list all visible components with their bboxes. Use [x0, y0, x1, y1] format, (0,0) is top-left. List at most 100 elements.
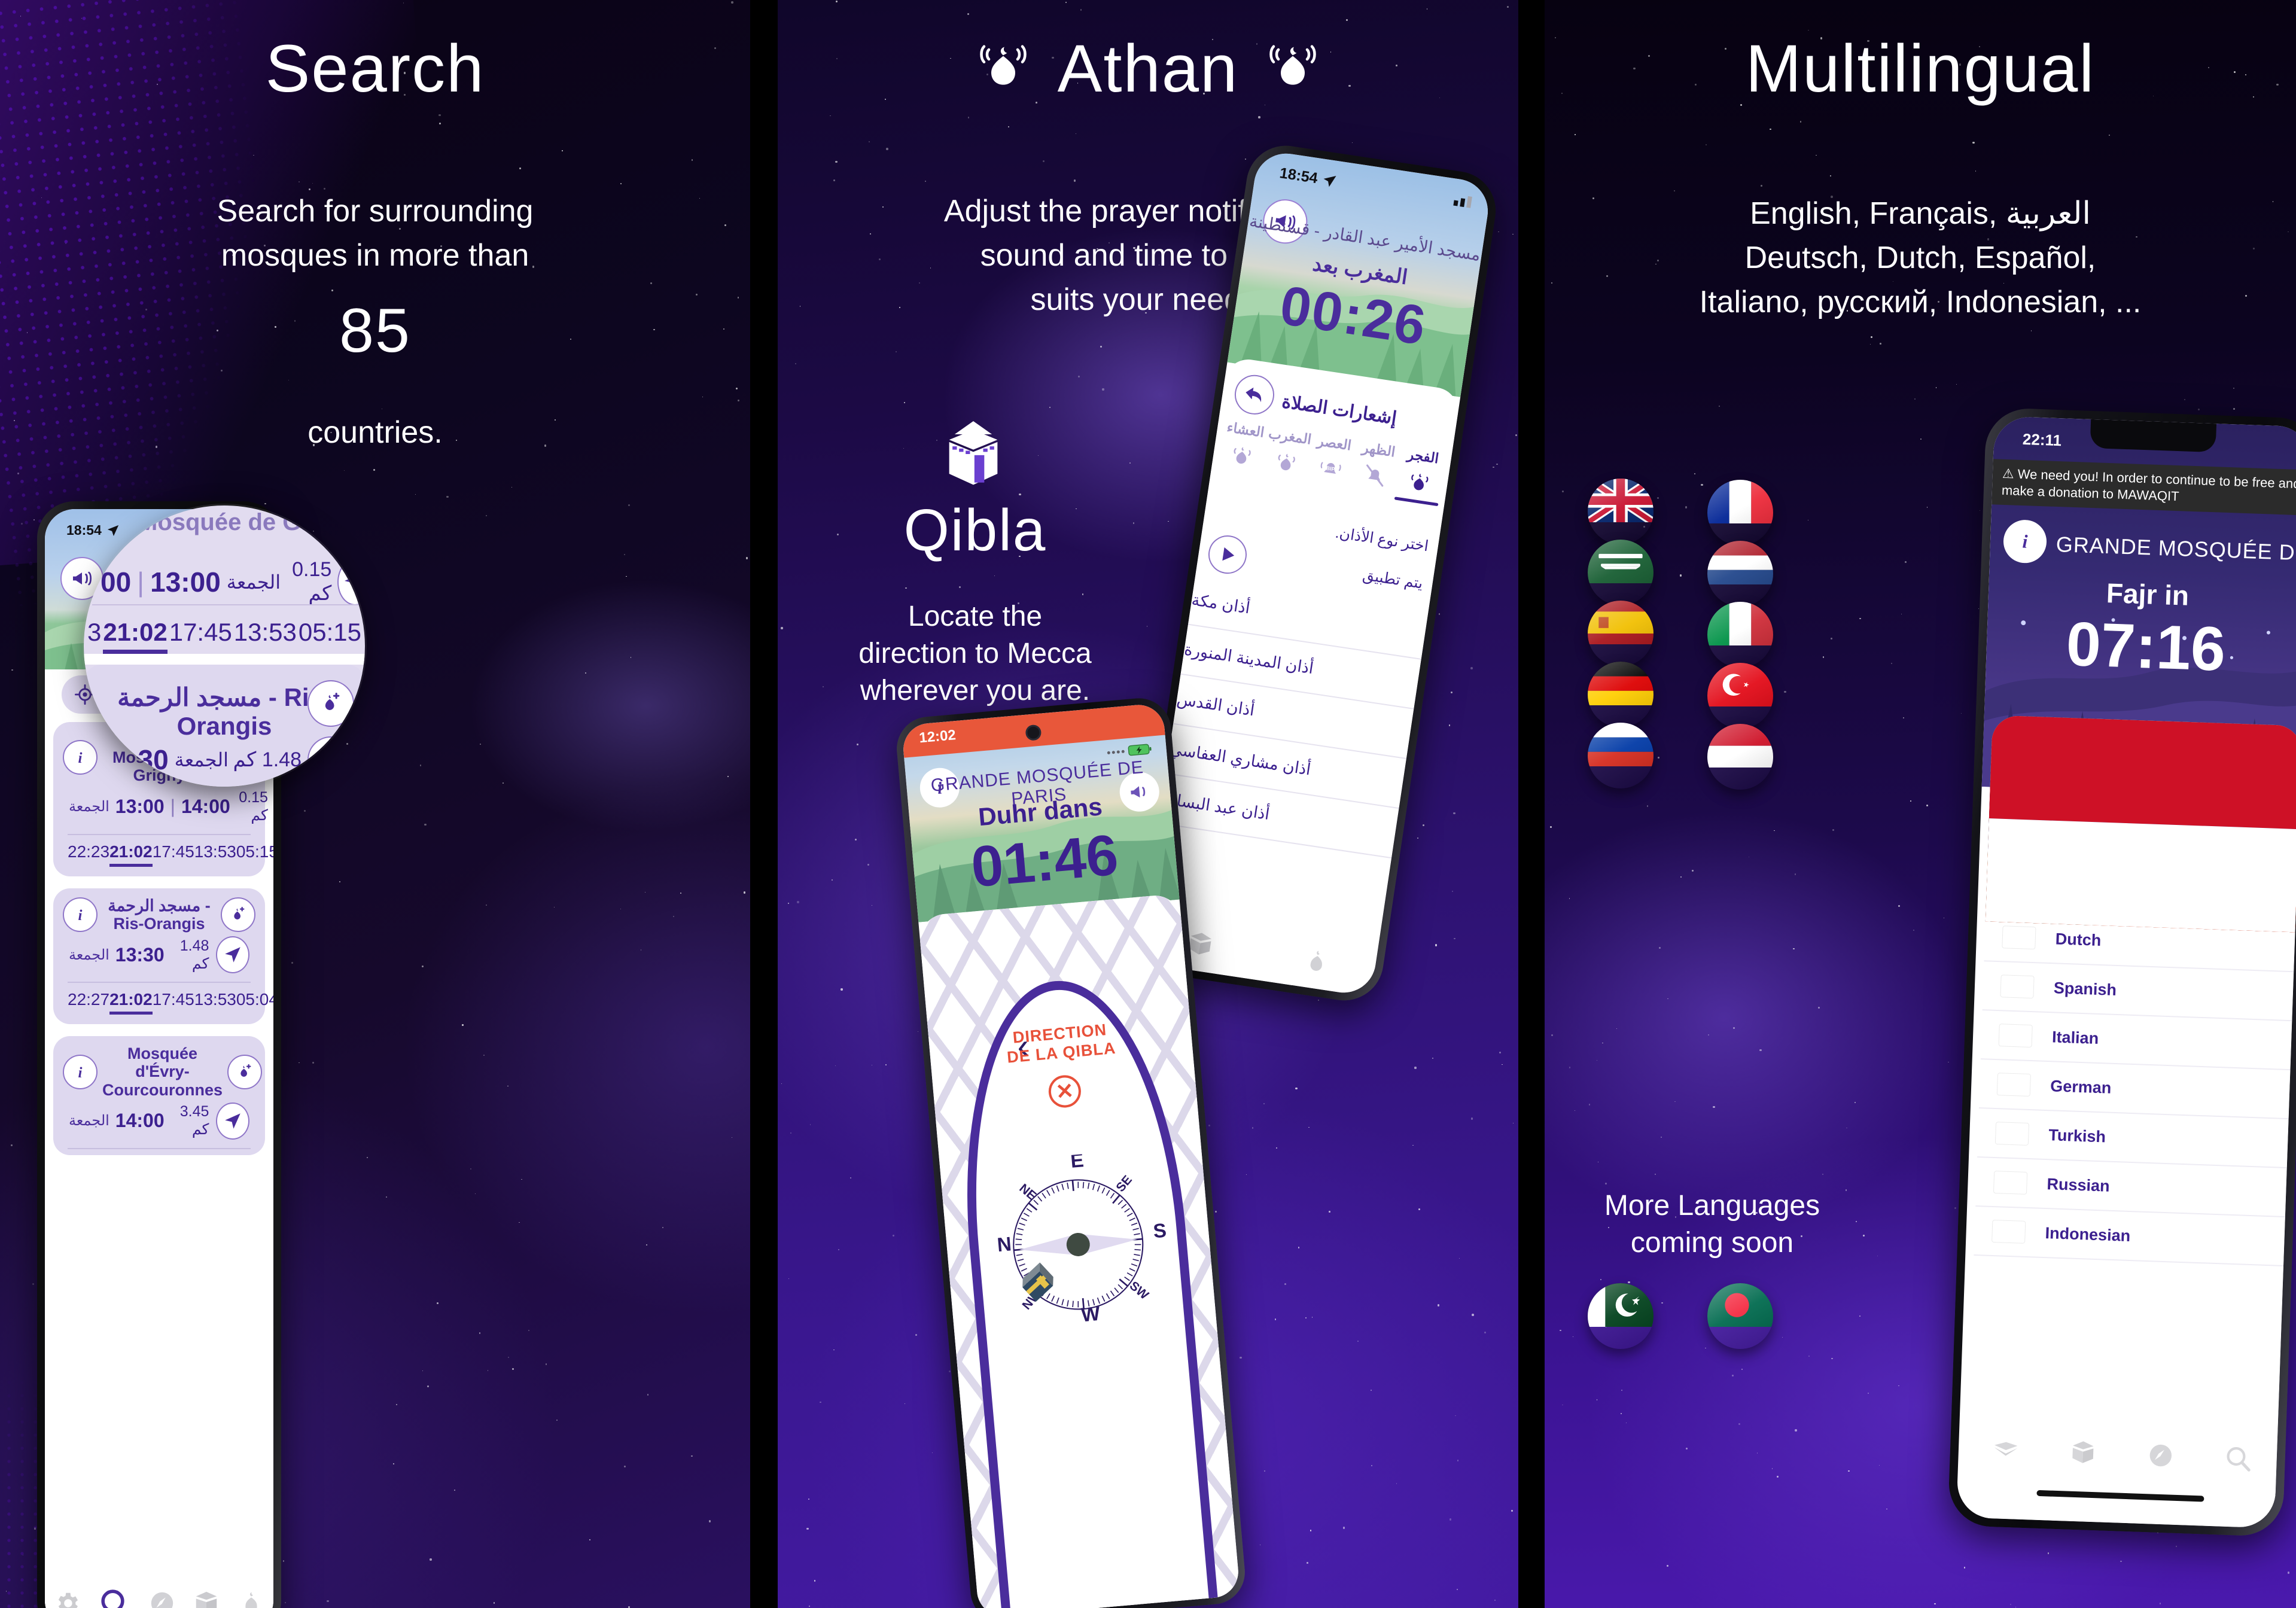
prayer-toggle-row[interactable]: الفجر الظهر العصر BIP المغرب العشاء — [1217, 419, 1447, 507]
kaaba-icon[interactable] — [193, 1589, 220, 1608]
prayer-time: 21:02 — [109, 842, 153, 867]
language-label: Dutch — [2055, 929, 2102, 949]
prayer-toggle[interactable]: الظهر — [1350, 438, 1402, 500]
flag-bubble-tr — [1707, 663, 1773, 729]
search-icon[interactable] — [2224, 1444, 2252, 1473]
mosque-icon[interactable] — [1301, 946, 1332, 977]
flag-icon-de — [1985, 715, 2296, 1096]
prayer-time: 3 — [87, 618, 102, 646]
info-button[interactable]: i — [63, 897, 98, 932]
mosque-card-details: 14:00 | 13:00 الجمعة 0.15 كم — [63, 785, 268, 834]
location-arrow-icon — [1323, 175, 1336, 187]
svg-text:NE: NE — [1016, 1181, 1039, 1203]
prayer-toggle[interactable]: الفجر — [1394, 445, 1447, 507]
mosque-icon[interactable] — [237, 1589, 265, 1608]
panel-search-big-number: 85 — [339, 296, 411, 366]
prayer-time: 05:15 — [236, 842, 273, 861]
quran-icon[interactable] — [1992, 1436, 2020, 1464]
more-languages-line-1: More Languages — [1604, 1190, 1820, 1222]
compass-icon[interactable] — [2146, 1441, 2175, 1470]
language-label: Russian — [2047, 1174, 2111, 1195]
qibla-line-1: Locate the — [908, 601, 1043, 632]
magnified-prayer-times: 3 21:02 17:45 13:53 05:15 — [87, 618, 361, 654]
more-languages-text: More Languages coming soon — [1545, 1187, 1880, 1262]
magnified-distance: 0.15 كم — [292, 558, 332, 605]
bottom-nav-search[interactable] — [45, 1573, 273, 1608]
jumua-times: 13:30 الجمعة — [69, 944, 165, 966]
navigate-button[interactable] — [337, 558, 365, 605]
athan-title-row: Athan — [778, 30, 1518, 107]
language-list[interactable]: English French Arabic Dutch Spanish Ital… — [1974, 715, 2296, 1266]
kaaba-icon-large — [949, 421, 998, 485]
mosque-results-list[interactable]: i Grande Mosquée de Grigny 14:00| 13:00 … — [45, 669, 273, 1608]
mosque-distance-group: 1.48 كم — [165, 936, 249, 974]
language-label: Spanish — [2053, 978, 2117, 999]
panel-search: Search Search for surrounding mosques in… — [0, 0, 750, 1608]
apply-label: يتم تطبيق — [1361, 567, 1424, 592]
kaaba-icon[interactable] — [2069, 1439, 2097, 1467]
prayer-time: 05:15 — [298, 618, 361, 646]
navigate-button[interactable] — [216, 1102, 249, 1140]
prayer-toggle[interactable]: المغرب — [1261, 425, 1313, 486]
mosque-plus-icon — [325, 692, 340, 710]
qibla-line-2: direction to Mecca — [858, 638, 1092, 669]
mosque-name-language: GRANDE MOSQUÉE DE PARIS — [2056, 532, 2296, 568]
mosque-distance: 0.15 كم — [239, 789, 268, 824]
prayer-toggle[interactable]: العشاء — [1217, 419, 1269, 480]
magnified-card-2[interactable]: مسجد الرحمة - Ris-Orangis 13:30 الجمعة 1… — [84, 665, 365, 787]
status-time: 12:02 — [918, 727, 957, 747]
magnified-distance-2: 1.48 كم — [233, 748, 302, 771]
magnified-jumua-row: 00 | 13:00 الجمعة 0.15 كم — [101, 558, 365, 605]
svg-text:BIP: BIP — [1326, 465, 1335, 472]
compass-icon[interactable] — [148, 1589, 176, 1608]
athan-on-icon — [1395, 465, 1443, 500]
app-store-screenshot-set: Search Search for surrounding mosques in… — [0, 0, 2296, 1608]
compass-dial: N S E W NE SE SW NW — [996, 1149, 1167, 1326]
status-time: 22:11 — [2022, 430, 2062, 450]
info-icon: i — [2022, 531, 2028, 552]
add-favourite-button[interactable] — [307, 680, 354, 727]
phone-screen-language: 22:11 ⚠ We need you! In order to continu… — [1956, 416, 2296, 1528]
athan-speaker-icon-left — [979, 44, 1027, 85]
prayer-time: 17:45 — [152, 842, 194, 861]
jumua-time-b: 13:30 — [115, 943, 165, 966]
prayer-time: 21:02 — [109, 990, 153, 1015]
add-favourite-button[interactable] — [221, 897, 255, 932]
navigate-button-2[interactable] — [307, 736, 354, 783]
svg-text:i: i — [78, 907, 83, 924]
search-icon[interactable] — [98, 1586, 132, 1608]
prayer-time: 17:45 — [169, 618, 232, 646]
mosque-distance: 3.45 كم — [179, 1103, 209, 1138]
navigate-button[interactable] — [216, 936, 249, 974]
prayer-name: الظهر — [1361, 439, 1397, 460]
add-favourite-button[interactable] — [227, 1054, 262, 1089]
prayer-name: العشاء — [1226, 419, 1266, 440]
phone-mockup-language: 22:11 ⚠ We need you! In order to continu… — [1947, 407, 2296, 1537]
more-languages-line-2: coming soon — [1630, 1227, 1794, 1259]
prayer-time: 13:53 — [194, 990, 236, 1009]
battery-charging-icon — [1128, 744, 1152, 756]
magnified-divider — [92, 604, 365, 605]
mosque-card[interactable]: i Mosquée d'Évry-Courcouronnes 14:00 الج… — [53, 1036, 265, 1155]
adhan-options-list[interactable]: أذان مكة أذان المدينة المنورة أذان القدس أذ… — [1158, 575, 1429, 859]
mosque-plus-icon — [234, 906, 245, 919]
language-label: Turkish — [2048, 1125, 2106, 1146]
donation-banner[interactable]: ⚠ We need you! In order to continue to b… — [1992, 459, 2296, 516]
mosque-card[interactable]: i مسجد الرحمة - Ris-Orangis 13:30 الجمعة… — [53, 888, 273, 1025]
play-button[interactable] — [1205, 532, 1250, 577]
gear-icon[interactable] — [53, 1589, 81, 1608]
panel-search-subtitle-2: mosques in more than — [221, 238, 529, 273]
magnified-distance-row-2: 1.48 كم — [233, 736, 354, 783]
mosque-card-details: 14:00 الجمعة 3.45 كم — [63, 1099, 255, 1148]
language-row[interactable]: Indonesian — [1974, 715, 2296, 1266]
info-button[interactable]: i — [63, 1054, 98, 1089]
mosque-distance-group: 0.15 كم — [230, 788, 273, 826]
prayer-times-row: 22:2721:0217:4513:5305:04 — [63, 983, 273, 1018]
jumua-label: الجمعة — [69, 799, 109, 815]
panel-multilingual: Multilingual English, Français, العربية … — [1545, 0, 2296, 1608]
bottom-nav-language[interactable] — [1966, 1435, 2277, 1473]
jumua-time-2: 13:30 — [98, 744, 169, 775]
prayer-toggle[interactable]: العصر BIP — [1305, 432, 1357, 493]
flag-bubble-es — [1588, 601, 1654, 666]
info-button[interactable]: i — [2002, 519, 2048, 564]
